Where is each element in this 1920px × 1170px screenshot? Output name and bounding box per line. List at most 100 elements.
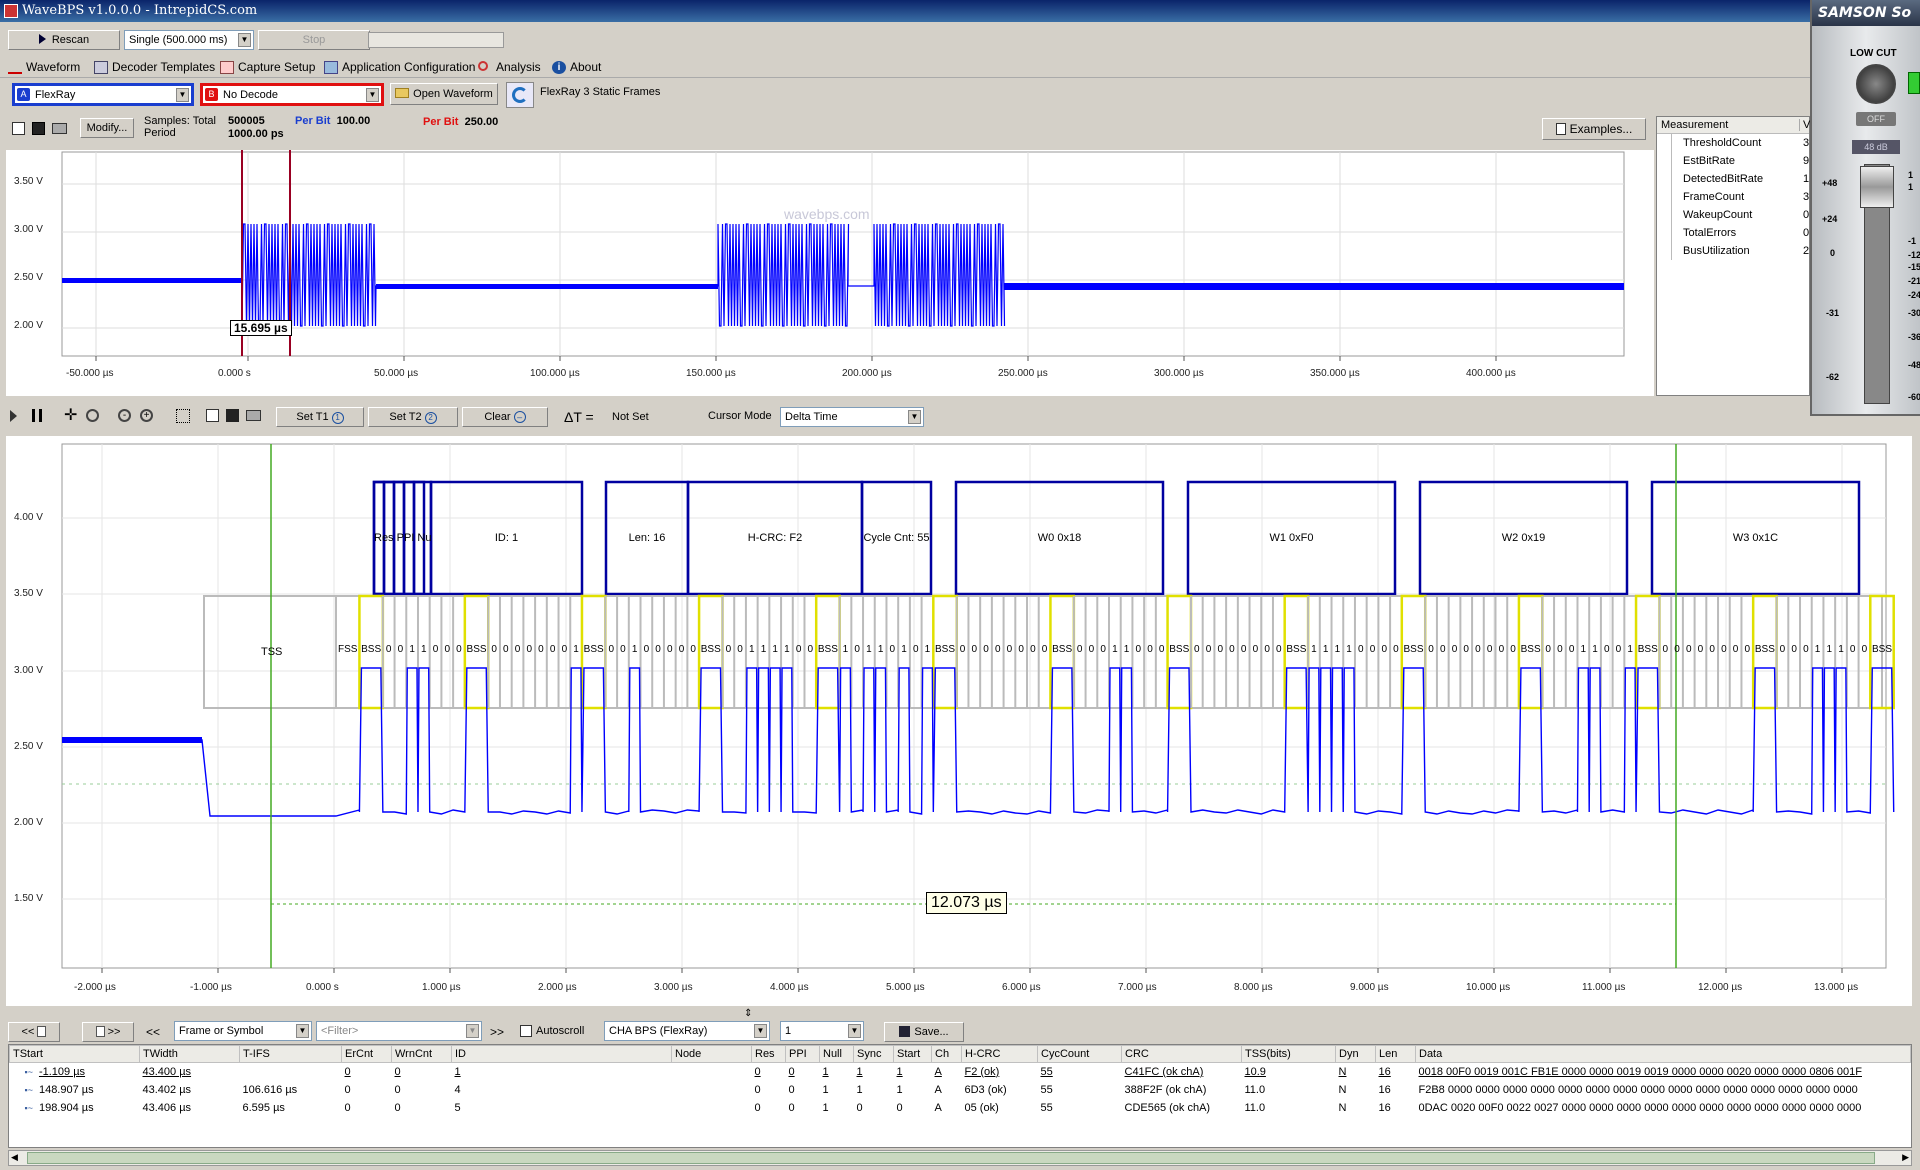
clear-button[interactable]: Clear – [462,407,548,427]
autoscroll-checkbox[interactable] [520,1025,532,1037]
column-header[interactable]: Data [1415,1045,1911,1063]
rescan-button[interactable]: Rescan [8,30,120,50]
column-header[interactable]: TWidth [139,1045,240,1063]
column-header[interactable]: TStart [9,1045,140,1063]
table-row[interactable]: ▪~ -1.109 µs 43.400 µs 0 0 1 0 0 1 1 1 A F2 (ok) 55 C4… [10,1063,1911,1081]
page-select[interactable]: 1 ▼ [780,1021,864,1041]
copy-icon[interactable] [206,409,219,422]
tab-about[interactable]: i About [550,59,601,77]
table-cell: 6.595 µs [240,1099,342,1117]
column-header[interactable]: T-IFS [239,1045,342,1063]
bit-label: 0 [1779,644,1786,655]
filter-input[interactable]: <Filter> ▼ [316,1021,482,1041]
column-header[interactable]: Sync [853,1045,894,1063]
first-page-button[interactable]: << [8,1022,60,1042]
save-icon[interactable] [226,409,239,422]
prev-match-button[interactable]: << [146,1025,160,1039]
select-region-icon[interactable] [176,409,190,423]
set-t1-button[interactable]: Set T1 1 [276,407,364,427]
zoom-out-icon[interactable]: - [118,409,131,422]
bit-label: BSS [361,644,382,655]
chevron-down-icon[interactable]: ▼ [754,1024,767,1038]
column-header[interactable]: Node [671,1045,752,1063]
tab-capture-setup[interactable]: Capture Setup [218,59,315,77]
scroll-left-icon[interactable]: ◀ [11,1152,18,1163]
tab-waveform[interactable]: Waveform [6,59,80,77]
print-icon[interactable] [52,123,67,134]
measurement-row[interactable]: WakeupCount 0 [1657,206,1809,224]
next-match-button[interactable]: >> [490,1025,504,1039]
column-header[interactable]: CycCount [1037,1045,1122,1063]
decoder-a-select[interactable]: A FlexRay ▼ [12,83,194,106]
measurement-row[interactable]: ThresholdCount 3 [1657,134,1809,152]
column-header[interactable]: Dyn [1335,1045,1376,1063]
set-t2-button[interactable]: Set T2 2 [368,407,458,427]
modify-button[interactable]: Modify... [80,118,134,138]
table-cell: 0 [786,1063,820,1081]
off-button[interactable]: OFF [1856,112,1896,126]
table-row[interactable]: ▪~ 148.907 µs 43.402 µs 106.616 µs 0 0 4 0 0 1 1 1 A… [10,1081,1911,1099]
bit-label: 1 [1346,644,1352,655]
tab-application-configuration[interactable]: Application Configuration [322,59,475,77]
splitter[interactable]: ⇕ [0,1008,1920,1020]
refresh-button[interactable] [506,82,534,108]
measurement-row[interactable]: BusUtilization 2 [1657,242,1809,260]
chevron-down-icon[interactable]: ▼ [466,1024,479,1038]
cursor-mode-select[interactable]: Delta Time ▼ [780,407,924,427]
column-header[interactable]: Len [1375,1045,1416,1063]
column-header[interactable]: H-CRC [961,1045,1038,1063]
low-cut-knob[interactable] [1856,64,1896,104]
chevron-down-icon[interactable]: ▼ [908,410,921,424]
column-header[interactable]: PPI [785,1045,820,1063]
scroll-thumb[interactable] [27,1152,1875,1164]
copy-icon[interactable] [12,122,25,135]
bit-label: 0 [971,644,978,655]
tab-waveform-label: Waveform [26,60,81,74]
zoom-fit-icon[interactable] [86,409,99,422]
column-header[interactable]: TSS(bits) [1241,1045,1336,1063]
chevron-down-icon[interactable]: ▼ [238,33,251,47]
save-icon[interactable] [32,122,45,135]
measurement-row[interactable]: EstBitRate 9 [1657,152,1809,170]
measurement-row[interactable]: DetectedBitRate 1 [1657,170,1809,188]
stop-button[interactable]: Stop [258,30,370,50]
column-header[interactable]: Start [893,1045,932,1063]
decoder-b-select[interactable]: B No Decode ▼ [200,83,384,106]
column-header[interactable]: Ch [931,1045,962,1063]
main-waveform-plot[interactable]: 4.00 V 3.50 V 3.00 V 2.50 V 2.00 V 1.50 … [6,436,1912,1006]
column-header[interactable]: Null [819,1045,854,1063]
frame-type-select[interactable]: Frame or Symbol ▼ [174,1021,312,1041]
save-table-button[interactable]: Save... [884,1022,964,1042]
column-header[interactable]: Res [751,1045,786,1063]
tab-analysis[interactable]: Analysis [476,59,541,77]
main-y-label: 1.50 V [14,893,43,904]
fader-handle[interactable] [1860,166,1894,208]
move-icon[interactable]: ✛ [64,408,77,424]
column-header[interactable]: ErCnt [341,1045,392,1063]
print-icon[interactable] [246,410,261,421]
chevron-down-icon[interactable]: ▼ [296,1024,309,1038]
tab-decoder-templates[interactable]: Decoder Templates [92,59,215,77]
chevron-down-icon[interactable]: ▼ [848,1024,861,1038]
column-header[interactable]: ID [451,1045,672,1063]
pause-icon[interactable] [32,409,42,422]
scroll-right-icon[interactable]: ▶ [1902,1152,1909,1163]
measurement-row[interactable]: TotalErrors 0 [1657,224,1809,242]
channel-select[interactable]: CHA BPS (FlexRay) ▼ [604,1021,770,1041]
column-header[interactable]: CRC [1121,1045,1242,1063]
play-icon[interactable] [10,410,17,422]
examples-button[interactable]: Examples... [1542,118,1646,140]
chevron-down-icon[interactable]: ▼ [176,88,189,102]
capture-mode-select[interactable]: Single (500.000 ms) ▼ [124,30,254,50]
open-waveform-button[interactable]: Open Waveform [390,83,498,105]
horizontal-scrollbar[interactable]: ◀ ▶ [8,1150,1912,1166]
zoom-in-icon[interactable]: + [140,409,153,422]
table-row[interactable]: ▪~ 198.904 µs 43.406 µs 6.595 µs 0 0 5 0 0 1 0 0 A 05… [10,1099,1911,1117]
examples-label: Examples... [1569,122,1633,136]
column-header[interactable]: WrnCnt [391,1045,452,1063]
overview-plot[interactable]: 3.50 V 3.00 V 2.50 V 2.00 V -50.000 µs 0.… [6,150,1654,396]
bit-label: 0 [725,644,732,655]
measurement-row[interactable]: FrameCount 3 [1657,188,1809,206]
next-page-button[interactable]: >> [82,1022,134,1042]
chevron-down-icon[interactable]: ▼ [366,88,379,102]
